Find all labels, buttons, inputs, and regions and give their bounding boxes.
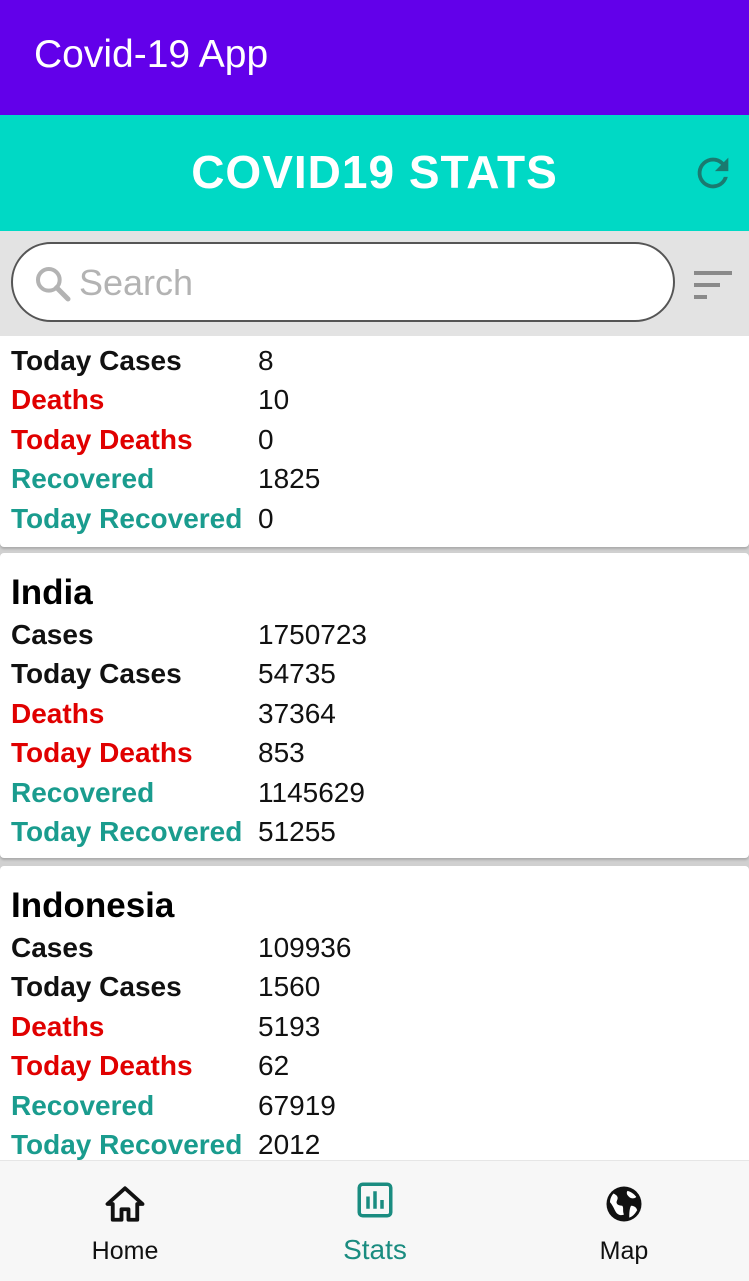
stats-header: COVID19 STATS — [0, 115, 749, 231]
stat-label: Cases — [11, 932, 94, 963]
stat-value: 8 — [258, 345, 274, 376]
stat-row: Today Deaths 0 — [0, 424, 749, 463]
stat-label: Cases — [11, 619, 94, 650]
stat-label: Recovered — [11, 1090, 155, 1121]
stat-row: Today Cases 1560 — [0, 971, 749, 1010]
globe-icon — [606, 1186, 642, 1222]
stat-value: 5193 — [258, 1011, 321, 1042]
stat-row: Today Recovered 2012 — [0, 1129, 749, 1160]
country-name: Indonesia — [11, 886, 175, 925]
country-card[interactable]: India Cases 1750723 Today Cases 54735 De… — [0, 553, 749, 858]
sort-button[interactable] — [690, 265, 736, 305]
sort-icon — [694, 271, 732, 299]
stat-label: Today Recovered — [11, 816, 243, 847]
country-name: India — [11, 573, 93, 612]
nav-stats-label: Stats — [343, 1234, 407, 1265]
app-title: Covid-19 App — [34, 33, 269, 76]
stat-row: Deaths 10 — [0, 384, 749, 423]
stat-label: Today Deaths — [11, 1050, 193, 1081]
stat-value: 853 — [258, 737, 305, 768]
stat-label: Today Cases — [11, 345, 182, 376]
stat-row: Recovered 1145629 — [0, 777, 749, 816]
stat-label: Today Cases — [11, 971, 182, 1002]
home-icon — [105, 1186, 145, 1222]
stat-value: 2012 — [258, 1129, 321, 1160]
stat-value: 0 — [258, 503, 274, 534]
country-card[interactable]: Indonesia Cases 109936 Today Cases 1560 … — [0, 866, 749, 1160]
stat-value: 1145629 — [258, 777, 365, 808]
nav-map-label: Map — [599, 1237, 649, 1265]
stats-icon — [357, 1182, 393, 1218]
search-box[interactable] — [11, 242, 675, 322]
nav-home[interactable]: Home — [0, 1161, 250, 1281]
nav-stats[interactable]: Stats — [250, 1161, 500, 1281]
refresh-button[interactable] — [690, 150, 736, 196]
stat-value: 1560 — [258, 971, 321, 1002]
stat-row: Recovered 1825 — [0, 463, 749, 502]
stat-row: Deaths 5193 — [0, 1011, 749, 1050]
stat-label: Deaths — [11, 384, 105, 415]
stat-row: Today Recovered 51255 — [0, 816, 749, 855]
stat-label: Today Deaths — [11, 424, 193, 455]
stat-label: Recovered — [11, 463, 155, 494]
stat-value: 54735 — [258, 658, 336, 689]
stat-value: 1750723 — [258, 619, 368, 650]
stat-row: Today Recovered 0 — [0, 503, 749, 542]
stat-label: Recovered — [11, 777, 155, 808]
stat-value: 0 — [258, 424, 274, 455]
stat-row: Recovered 67919 — [0, 1090, 749, 1129]
stat-label: Deaths — [11, 698, 105, 729]
app-bar: Covid-19 App — [0, 0, 749, 115]
stat-row: Cases 109936 — [0, 932, 749, 971]
refresh-icon — [697, 157, 729, 189]
search-bar — [0, 231, 749, 336]
search-icon — [36, 267, 71, 302]
stat-value: 37364 — [258, 698, 336, 729]
stat-label: Today Recovered — [11, 503, 243, 534]
stat-value: 51255 — [258, 816, 336, 847]
stat-row: Today Cases 8 — [0, 345, 749, 384]
stat-label: Today Cases — [11, 658, 182, 689]
page-title: COVID19 STATS — [191, 146, 558, 198]
stat-label: Today Recovered — [11, 1129, 243, 1160]
stat-row: Deaths 37364 — [0, 698, 749, 737]
stat-value: 1825 — [258, 463, 321, 494]
stat-row: Today Cases 54735 — [0, 658, 749, 697]
stat-row: Today Deaths 853 — [0, 737, 749, 776]
stats-list[interactable]: Today Cases 8 Deaths 10 Today Deaths 0 R… — [0, 336, 749, 1160]
nav-home-label: Home — [91, 1237, 159, 1265]
stat-row: Today Deaths 62 — [0, 1050, 749, 1089]
nav-map[interactable]: Map — [499, 1161, 749, 1281]
stat-value: 109936 — [258, 932, 352, 963]
stat-label: Deaths — [11, 1011, 105, 1042]
stat-value: 67919 — [258, 1090, 336, 1121]
stat-value: 62 — [258, 1050, 290, 1081]
country-card[interactable]: Today Cases 8 Deaths 10 Today Deaths 0 R… — [0, 336, 749, 547]
stat-label: Today Deaths — [11, 737, 193, 768]
search-input[interactable] — [77, 260, 641, 306]
stat-row: Cases 1750723 — [0, 619, 749, 658]
bottom-navigation: Home Stats Map — [0, 1160, 749, 1281]
stat-value: 10 — [258, 384, 290, 415]
